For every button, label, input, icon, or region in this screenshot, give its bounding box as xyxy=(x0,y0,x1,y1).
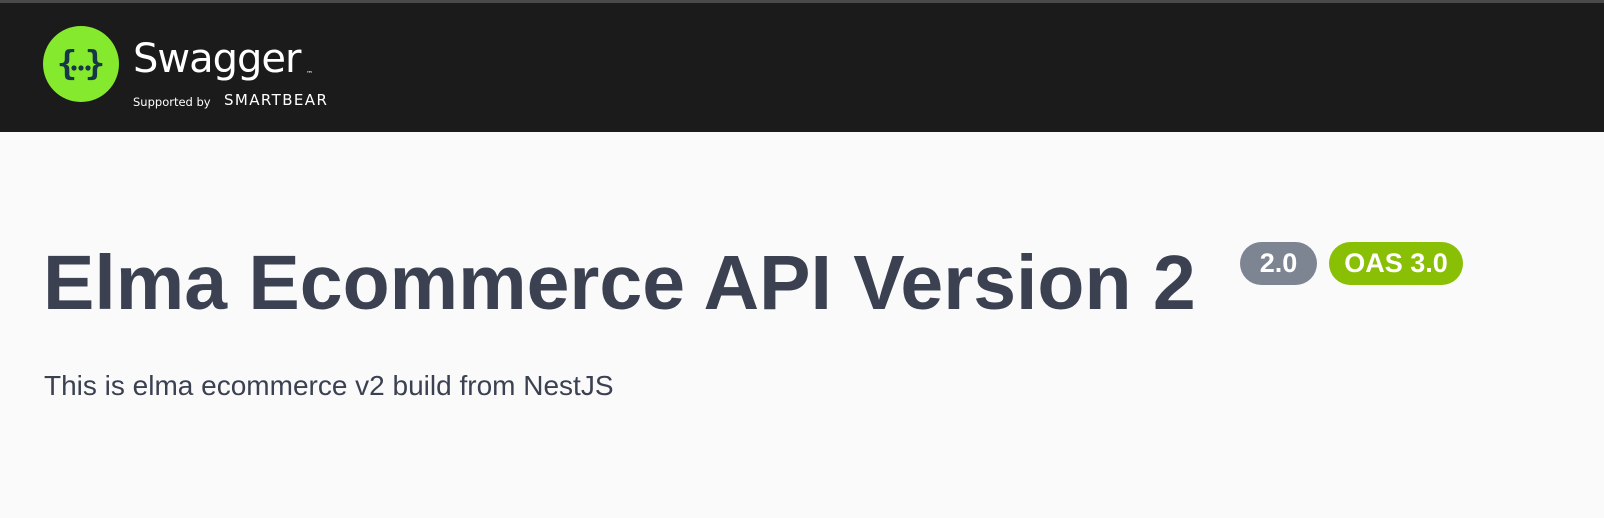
brand-name: Swagger xyxy=(133,36,301,82)
svg-text:{: { xyxy=(57,44,77,84)
oas-version-badge: OAS 3.0 xyxy=(1329,242,1463,285)
api-description: This is elma ecommerce v2 build from Nes… xyxy=(44,370,614,401)
topbar: {} Swagger ™ Supported by SMARTBEAR xyxy=(0,0,1604,132)
swagger-logo-link[interactable]: {} Swagger ™ Supported by SMARTBEAR xyxy=(43,23,363,118)
svg-text:}: } xyxy=(85,44,105,84)
company-name: SMARTBEAR xyxy=(224,91,329,109)
page-title: Elma Ecommerce API Version 2 xyxy=(43,240,1196,326)
trademark-mark: ™ xyxy=(306,70,313,78)
supported-by-label: Supported by xyxy=(133,95,211,109)
version-badge: 2.0 xyxy=(1240,242,1317,285)
swagger-logo-icon: {} xyxy=(43,26,119,102)
